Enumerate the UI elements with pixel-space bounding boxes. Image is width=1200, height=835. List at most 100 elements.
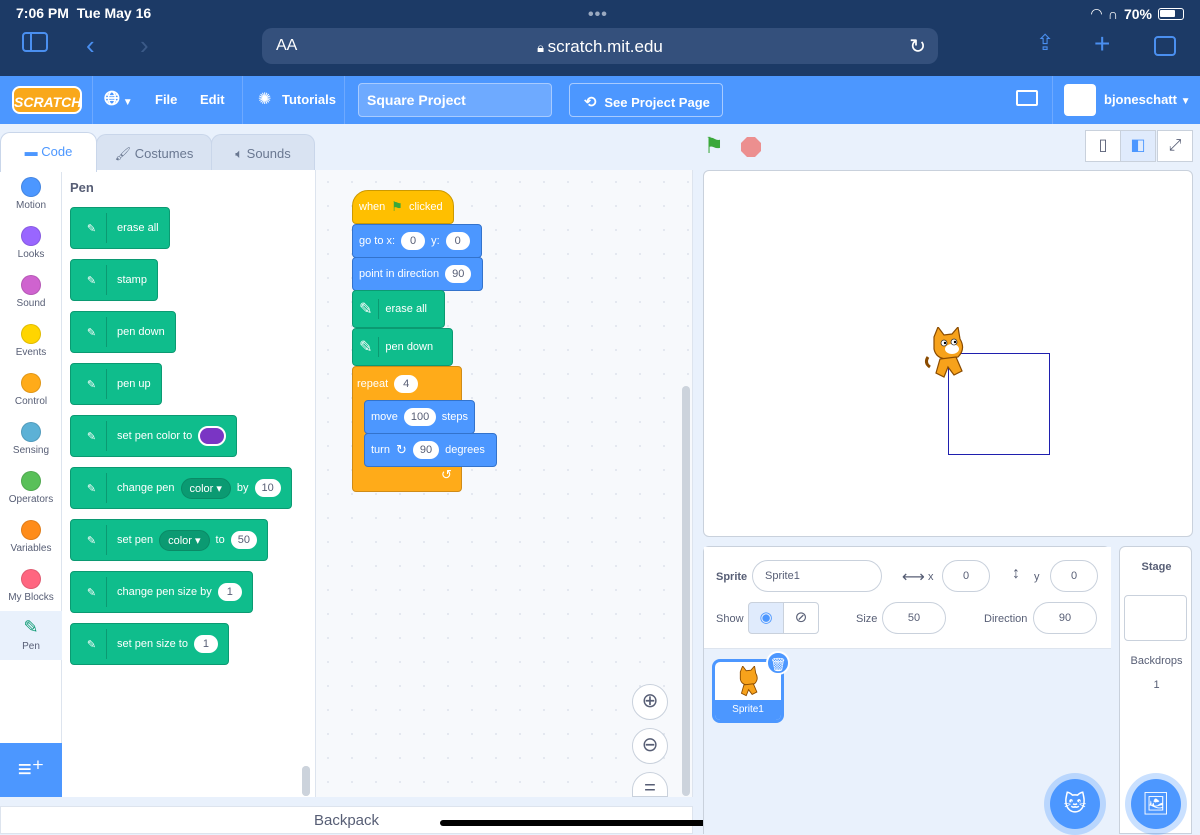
script-area[interactable]: when ⚑ clicked go to x: 0 y: 0 point in direc… — [316, 170, 693, 799]
degrees-input[interactable]: 90 — [412, 441, 440, 459]
category-sensing[interactable]: Sensing — [0, 415, 62, 464]
tab-costumes[interactable]: 🖌︎ Costumes — [96, 134, 212, 170]
y-position-input[interactable]: 0 — [1050, 560, 1098, 592]
tab-sounds[interactable]: 🔈︎ Sounds — [211, 134, 315, 170]
color-picker[interactable] — [198, 426, 227, 446]
x-label: x — [928, 571, 934, 583]
my-stuff-folder-icon[interactable] — [1016, 90, 1038, 106]
small-stage-button[interactable]: ▯ — [1085, 130, 1121, 162]
looks-dot-icon — [21, 226, 41, 246]
block-turn-degrees[interactable]: turn ↻ 90 degrees — [364, 433, 497, 467]
block-when-flag-clicked[interactable]: when ⚑ clicked — [352, 190, 454, 224]
param-dropdown[interactable]: color ▾ — [159, 529, 210, 551]
number-input[interactable]: 1 — [193, 635, 218, 653]
tabs-overview-icon[interactable] — [1154, 36, 1176, 56]
palette-hscrollbar[interactable] — [302, 766, 310, 796]
steps-input[interactable]: 100 — [403, 408, 436, 426]
sprite-name-input[interactable]: Sprite1 — [752, 560, 882, 592]
zoom-out-button[interactable]: ⊖ — [632, 728, 668, 764]
share-icon[interactable]: ⇪ — [1036, 30, 1054, 56]
block-pen-down[interactable]: ✎ pen down — [352, 328, 453, 366]
lightbulb-icon[interactable]: ✺ — [258, 89, 271, 109]
block-point-in-direction[interactable]: point in direction 90 — [352, 257, 483, 291]
block-set-pen-color-to[interactable]: ✎ set pen color to — [70, 415, 238, 457]
see-project-page-button[interactable]: ⟲ See Project Page — [569, 83, 723, 117]
size-input[interactable]: 50 — [882, 602, 946, 634]
category-looks[interactable]: Looks — [0, 219, 62, 268]
file-menu[interactable]: File — [155, 92, 177, 107]
avatar[interactable] — [1064, 84, 1096, 116]
normal-stage-button[interactable]: ◧ — [1120, 130, 1156, 162]
repeat-count-input[interactable]: 4 — [394, 375, 419, 393]
number-input[interactable]: 1 — [217, 583, 242, 601]
block-stamp[interactable]: ✎ stamp — [70, 259, 158, 301]
number-input[interactable]: 50 — [230, 531, 257, 549]
zoom-reset-button[interactable]: = — [632, 772, 668, 799]
block-change-pen-size-by[interactable]: ✎ change pen size by 1 — [70, 571, 253, 613]
category-label: Operators — [8, 494, 54, 505]
y-input[interactable]: 0 — [445, 232, 470, 250]
block-erase-all[interactable]: ✎ erase all — [352, 290, 445, 328]
scratch-logo[interactable]: SCRATCH — [12, 86, 82, 114]
block-label: set pen — [117, 534, 154, 546]
category-control[interactable]: Control — [0, 366, 62, 415]
status-bar: 7:06 PM Tue May 16 ••• ◠ ∩ 70% — [0, 0, 1200, 26]
block-go-to-xy[interactable]: go to x: 0 y: 0 — [352, 224, 482, 258]
block-label: set pen size to — [117, 638, 188, 650]
username[interactable]: bjoneschatt ▼ — [1104, 92, 1191, 107]
x-input[interactable]: 0 — [401, 232, 426, 250]
delete-sprite-button[interactable]: 🗑︎ — [766, 651, 790, 675]
green-flag-button[interactable]: ⚑ — [704, 133, 732, 161]
direction-input[interactable]: 90 — [445, 265, 472, 283]
show-sprite-button[interactable]: ◉ — [748, 602, 784, 634]
block-set-pen-to[interactable]: ✎ set pen color ▾ to 50 — [70, 519, 268, 561]
forward-icon[interactable]: › — [140, 30, 149, 61]
number-input[interactable]: 10 — [254, 479, 281, 497]
language-globe-icon[interactable]: 🌐︎ ▼ — [104, 88, 133, 111]
category-label: My Blocks — [8, 592, 54, 603]
param-dropdown[interactable]: color ▾ — [180, 477, 231, 499]
direction-input[interactable]: 90 — [1033, 602, 1097, 634]
script-area-scrollbar[interactable] — [682, 386, 690, 796]
block-set-pen-size-to[interactable]: ✎ set pen size to 1 — [70, 623, 229, 665]
choose-backdrop-button[interactable]: 🖼︎ — [1131, 779, 1181, 829]
block-change-pen-by[interactable]: ✎ change pen color ▾ by 10 — [70, 467, 292, 509]
edit-menu[interactable]: Edit — [200, 92, 225, 107]
block-move-steps[interactable]: move 100 steps — [364, 400, 475, 434]
back-icon[interactable]: ‹ — [86, 30, 95, 61]
choose-sprite-button[interactable]: 🐱︎ — [1050, 779, 1100, 829]
category-events[interactable]: Events — [0, 317, 62, 366]
zoom-in-button[interactable]: ⊕ — [632, 684, 668, 720]
sprite-info: Sprite Sprite1 ⟷ x 0 ↕ y 0 Show ◉ ⊘ Size… — [704, 547, 1111, 649]
hide-sprite-button[interactable]: ⊘ — [783, 602, 819, 634]
category-sound[interactable]: Sound — [0, 268, 62, 317]
category-label: Sensing — [12, 445, 50, 456]
stage-canvas[interactable] — [703, 170, 1193, 537]
category-operators[interactable]: Operators — [0, 464, 62, 513]
block-pen-up[interactable]: ✎ pen up — [70, 363, 162, 405]
stage-title: Stage — [1141, 561, 1172, 573]
stop-button[interactable] — [741, 137, 761, 157]
fullscreen-button[interactable]: ⤢ — [1157, 130, 1193, 162]
cat-sprite-icon[interactable] — [922, 327, 972, 381]
block-erase-all[interactable]: ✎ erase all — [70, 207, 170, 249]
code-icon: ▬ — [24, 144, 42, 159]
multitask-dots-icon[interactable]: ••• — [588, 6, 608, 24]
x-position-input[interactable]: 0 — [942, 560, 990, 592]
block-pen-down[interactable]: ✎ pen down — [70, 311, 176, 353]
tutorials-button[interactable]: Tutorials — [282, 92, 336, 107]
category-my-blocks[interactable]: My Blocks — [0, 562, 62, 611]
reload-icon[interactable]: ↻ — [909, 34, 926, 59]
project-title-input[interactable]: Square Project — [358, 83, 552, 117]
address-bar[interactable]: AA 🔒︎ scratch.mit.edu ↻ — [262, 28, 938, 64]
new-tab-icon[interactable]: + — [1094, 28, 1110, 60]
variables-dot-icon — [21, 520, 41, 540]
sidebar-toggle-icon[interactable] — [22, 32, 48, 52]
category-pen[interactable]: ✎ Pen — [0, 611, 62, 660]
stage-thumbnail[interactable] — [1124, 595, 1187, 641]
add-extension-button[interactable]: ≡⁺ — [0, 743, 62, 797]
size-label: Size — [856, 613, 878, 625]
category-variables[interactable]: Variables — [0, 513, 62, 562]
category-motion[interactable]: Motion — [0, 170, 62, 219]
tab-code[interactable]: ▬ Code — [0, 132, 97, 172]
